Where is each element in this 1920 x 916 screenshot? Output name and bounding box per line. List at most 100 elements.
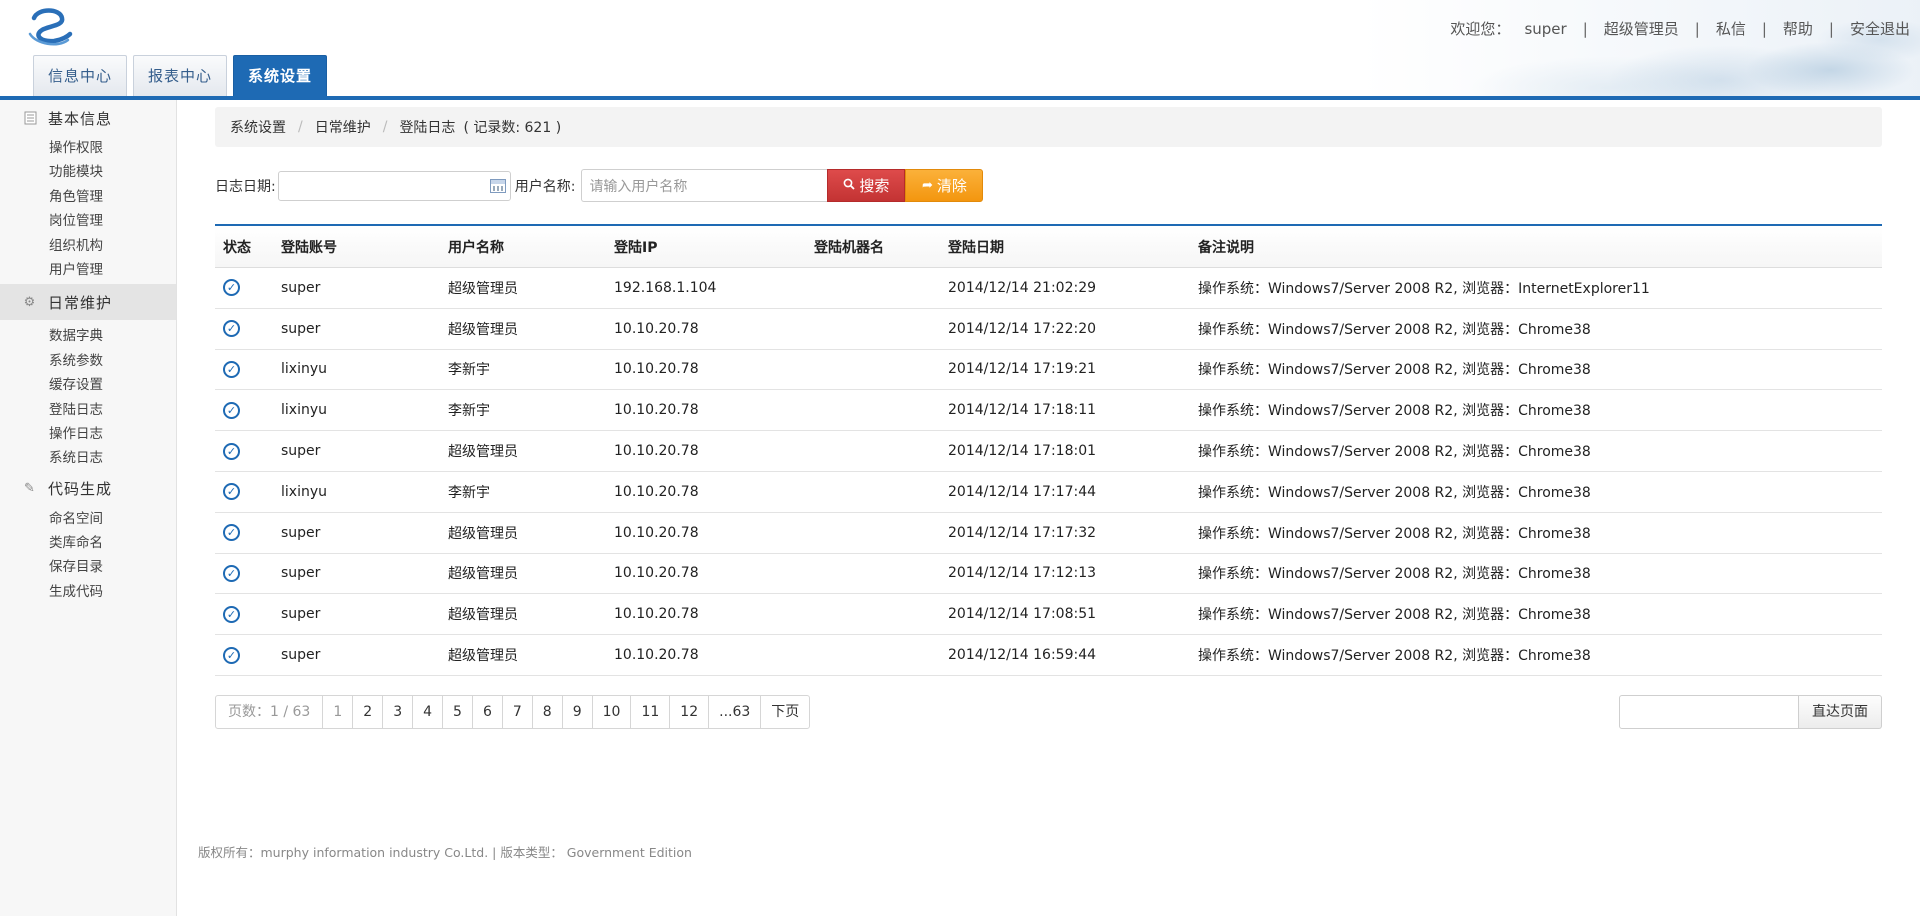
calendar-icon[interactable] [489, 178, 506, 193]
column-header-notes[interactable]: 备注说明 [1198, 237, 1882, 257]
header-divider [0, 96, 1920, 100]
cell-username: 超级管理员 [448, 280, 518, 297]
messages-link[interactable]: 私信 [1716, 18, 1746, 39]
tab-system-settings[interactable]: 系统设置 [233, 55, 328, 96]
page-link[interactable]: 10 [591, 696, 631, 728]
table-row[interactable]: ✓ super 超级管理员 10.10.20.78 2014/12/14 17:17:3… [215, 513, 1882, 554]
separator: | [1761, 19, 1767, 38]
cell-notes: 操作系统：Windows7/Server 2008 R2, 浏览器：Chrome… [1198, 444, 1591, 461]
cell-ip: 10.10.20.78 [614, 647, 699, 664]
cell-username: 超级管理员 [448, 648, 518, 665]
username-input[interactable]: 请输入用户名称 [581, 169, 828, 202]
cell-username: 李新宇 [448, 403, 490, 420]
sidebar-item-operation-log[interactable]: 操作日志 [0, 422, 176, 446]
column-header-account[interactable]: 登陆账号 [281, 237, 448, 257]
next-page-button[interactable]: 下页 [760, 696, 809, 728]
sidebar-item-modules[interactable]: 功能模块 [0, 160, 176, 184]
page-link[interactable]: 5 [442, 696, 472, 728]
sidebar-item-system-log[interactable]: 系统日志 [0, 446, 176, 470]
sidebar-item-roles[interactable]: 角色管理 [0, 185, 176, 209]
pagination: 页数：1 / 63 1 2 3 4 5 6 7 8 9 10 11 12 ...63 下页 [215, 695, 811, 729]
table-row[interactable]: ✓ lixinyu 李新宇 10.10.20.78 2014/12/14 17:18:1… [215, 390, 1882, 432]
column-header-username[interactable]: 用户名称 [448, 237, 614, 257]
cell-date: 2014/12/14 17:19:21 [948, 361, 1097, 378]
sidebar-item-dictionary[interactable]: 数据字典 [0, 324, 176, 348]
table-row[interactable]: ✓ lixinyu 李新宇 10.10.20.78 2014/12/14 17:19:2… [215, 350, 1882, 391]
check-circle-icon: ✓ [223, 360, 240, 378]
sidebar-item-generate-code[interactable]: 生成代码 [0, 580, 176, 604]
separator: | [1694, 19, 1700, 38]
page-link[interactable]: 6 [471, 696, 502, 728]
cell-username: 李新宇 [448, 484, 490, 501]
date-label: 日志日期: [215, 178, 276, 195]
tab-report-center[interactable]: 报表中心 [133, 55, 228, 96]
sidebar-item-parameters[interactable]: 系统参数 [0, 349, 176, 373]
cell-ip: 10.10.20.78 [614, 606, 699, 623]
search-button[interactable]: 搜索 [827, 169, 906, 202]
cell-ip: 10.10.20.78 [614, 565, 699, 582]
page-link[interactable]: 12 [669, 696, 708, 728]
help-link[interactable]: 帮助 [1783, 18, 1813, 39]
page-link[interactable]: 3 [382, 696, 412, 728]
cell-status: ✓ [215, 483, 281, 501]
username-label: 用户名称: [514, 178, 576, 195]
breadcrumb-item[interactable]: 系统设置 [230, 117, 286, 137]
table-row[interactable]: ✓ super 超级管理员 10.10.20.78 2014/12/14 17:12:1… [215, 554, 1882, 595]
page-link[interactable]: 4 [412, 696, 442, 728]
search-icon [843, 178, 856, 194]
column-header-date[interactable]: 登陆日期 [948, 237, 1198, 257]
logo-icon [28, 8, 73, 46]
logout-link[interactable]: 安全退出 [1850, 18, 1910, 39]
sidebar-item-positions[interactable]: 岗位管理 [0, 209, 176, 233]
sidebar-item-organization[interactable]: 组织机构 [0, 234, 176, 258]
sidebar-item-library-naming[interactable]: 类库命名 [0, 531, 176, 555]
clear-button[interactable]: ➦ 清除 [905, 169, 984, 202]
table-header: 状态 登陆账号 用户名称 登陆IP 登陆机器名 登陆日期 备注说明 [215, 226, 1882, 268]
table-row[interactable]: ✓ super 超级管理员 10.10.20.78 2014/12/14 17:18:0… [215, 431, 1882, 472]
sidebar-item-permissions[interactable]: 操作权限 [0, 136, 176, 160]
page-link[interactable]: ...63 [708, 696, 760, 728]
cell-account: super [281, 279, 321, 296]
group-head-maintenance[interactable]: ⚙ 日常维护 [0, 284, 176, 321]
group-head-codegen[interactable]: ✎ 代码生成 [0, 471, 176, 507]
table-row[interactable]: ✓ super 超级管理员 10.10.20.78 2014/12/14 16:59:4… [215, 635, 1882, 676]
sidebar-item-save-directory[interactable]: 保存目录 [0, 555, 176, 579]
sidebar-item-login-log[interactable]: 登陆日志 [0, 398, 176, 422]
page-link[interactable]: 1 [322, 696, 352, 728]
date-field[interactable] [277, 170, 511, 201]
cell-notes: 操作系统：Windows7/Server 2008 R2, 浏览器：Intern… [1198, 280, 1650, 297]
column-header-ip[interactable]: 登陆IP [614, 237, 814, 257]
cell-username: 超级管理员 [448, 566, 518, 583]
role-link[interactable]: 超级管理员 [1604, 18, 1679, 39]
table-row[interactable]: ✓ lixinyu 李新宇 10.10.20.78 2014/12/14 17:17:4… [215, 472, 1882, 513]
top-user-links: 欢迎您： super | 超级管理员 | 私信 | 帮助 | 安全退出 [1450, 18, 1910, 39]
menu-group-maintenance: ⚙ 日常维护 数据字典 系统参数 缓存设置 登陆日志 操作日志 系统日志 [0, 284, 176, 470]
group-head-basic-info[interactable]: 基本信息 [0, 100, 176, 136]
column-header-hostname[interactable]: 登陆机器名 [814, 237, 948, 257]
current-user-link[interactable]: super [1524, 20, 1566, 38]
page-link[interactable]: 7 [501, 696, 532, 728]
cell-status: ✓ [215, 401, 281, 419]
table-row[interactable]: ✓ super 超级管理员 192.168.1.104 2014/12/14 21:02… [215, 268, 1882, 309]
goto-page-input[interactable] [1619, 695, 1799, 729]
cell-account: super [281, 524, 321, 541]
cell-status: ✓ [215, 360, 281, 378]
column-header-status[interactable]: 状态 [215, 237, 281, 257]
breadcrumb-separator: / [298, 119, 303, 135]
login-log-table: 状态 登陆账号 用户名称 登陆IP 登陆机器名 登陆日期 备注说明 ✓ super… [215, 224, 1882, 676]
goto-page-button[interactable]: 直达页面 [1799, 695, 1882, 729]
tab-info-center[interactable]: 信息中心 [33, 55, 128, 96]
sidebar-item-namespace[interactable]: 命名空间 [0, 507, 176, 531]
breadcrumb-item[interactable]: 日常维护 [315, 117, 371, 137]
table-row[interactable]: ✓ super 超级管理员 10.10.20.78 2014/12/14 17:22:2… [215, 309, 1882, 350]
page-link[interactable]: 8 [531, 696, 562, 728]
sidebar-item-users[interactable]: 用户管理 [0, 258, 176, 282]
page-link[interactable]: 2 [352, 696, 382, 728]
cell-account: super [281, 320, 321, 337]
cell-notes: 操作系统：Windows7/Server 2008 R2, 浏览器：Chrome… [1198, 321, 1591, 338]
table-row[interactable]: ✓ super 超级管理员 10.10.20.78 2014/12/14 17:08:5… [215, 594, 1882, 636]
page-link[interactable]: 11 [630, 696, 669, 728]
page-link[interactable]: 9 [561, 696, 592, 728]
sidebar-item-cache[interactable]: 缓存设置 [0, 373, 176, 397]
cell-account: super [281, 565, 321, 582]
